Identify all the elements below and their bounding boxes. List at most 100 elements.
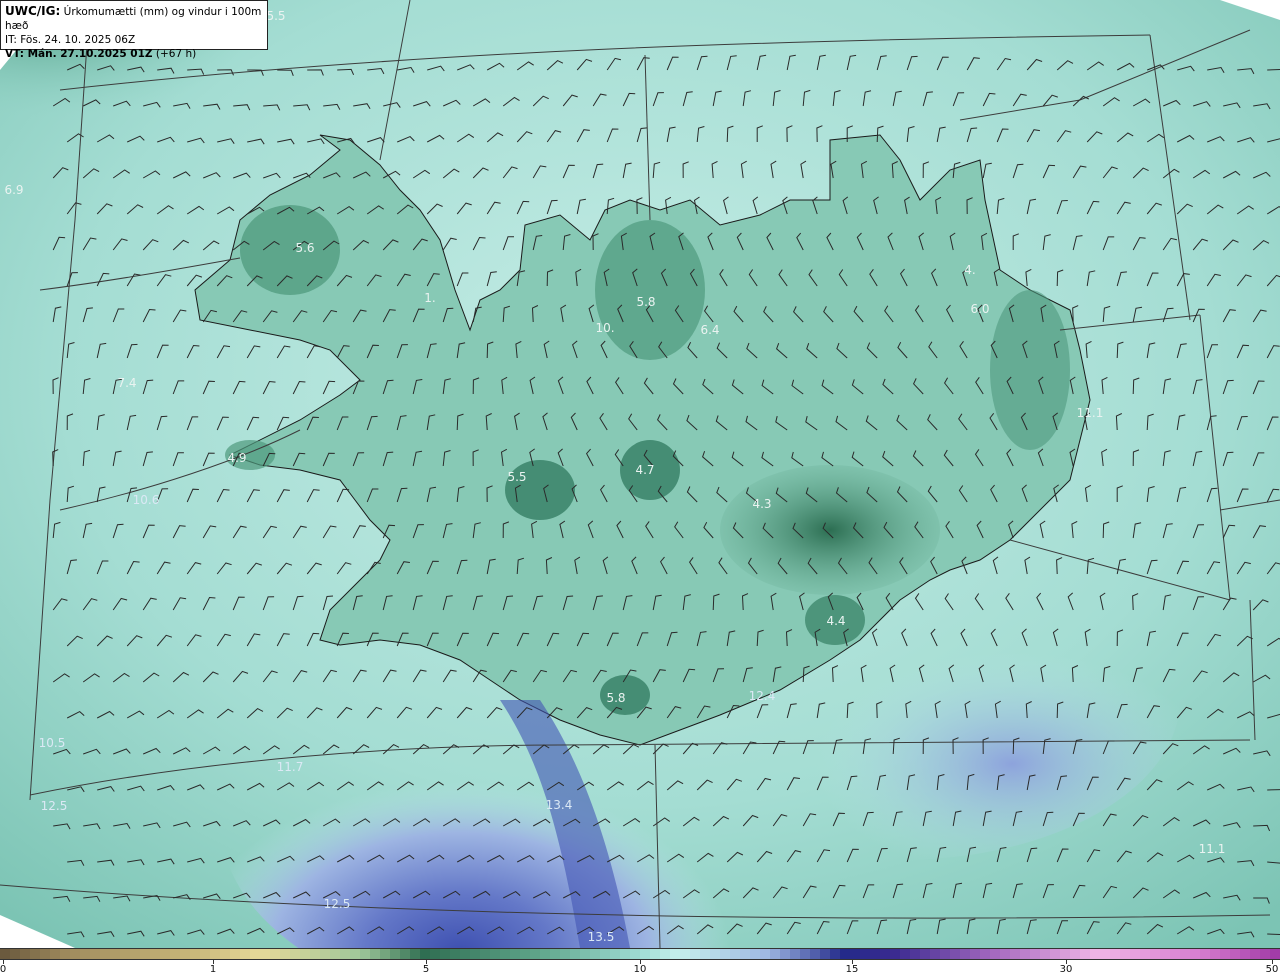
- value-label: 11.1: [1198, 842, 1226, 856]
- westfjords-highland: [240, 205, 340, 295]
- colorbar-segment: [490, 949, 500, 959]
- colorbar-segment: [860, 949, 870, 959]
- colorbar-segment: [180, 949, 190, 959]
- colorbar-segment: [500, 949, 510, 959]
- colorbar-segment: [1050, 949, 1060, 959]
- colorbar-segment: [20, 949, 30, 959]
- colorbar-segment: [1190, 949, 1200, 959]
- colorbar-segment: [1020, 949, 1030, 959]
- value-label: 11.1: [1076, 406, 1104, 420]
- colorbar-segment: [760, 949, 770, 959]
- precip-colorbar: 0 1 5 10 15 30 50: [0, 948, 1280, 978]
- value-label: 4.3: [752, 497, 772, 511]
- colorbar-segment: [820, 949, 830, 959]
- forecast-info-box: UWC/IG: Úrkomumætti (mm) og vindur i 100…: [0, 0, 268, 60]
- colorbar-segment: [470, 949, 480, 959]
- colorbar-segment: [770, 949, 780, 959]
- colorbar-segment: [960, 949, 970, 959]
- colorbar-tick-label: 30: [1059, 964, 1073, 975]
- colorbar-segment: [780, 949, 790, 959]
- valid-time-line: VT: Mán. 27.10.2025 01Z (+67 h): [5, 47, 263, 61]
- colorbar-segment: [890, 949, 900, 959]
- value-label: 4.: [964, 263, 976, 277]
- colorbar-segment: [340, 949, 350, 959]
- value-label: 10.5: [38, 736, 66, 750]
- colorbar-segment: [210, 949, 220, 959]
- colorbar-segment: [1080, 949, 1090, 959]
- colorbar-segment: [1180, 949, 1190, 959]
- model-name: UWC/IG:: [5, 4, 61, 18]
- colorbar-segment: [540, 949, 550, 959]
- colorbar-segment: [60, 949, 70, 959]
- colorbar-segment: [1270, 949, 1280, 959]
- colorbar-tick-label: 10: [633, 964, 647, 975]
- colorbar-segment: [280, 949, 290, 959]
- colorbar-segment: [730, 949, 740, 959]
- colorbar-segment: [120, 949, 130, 959]
- colorbar-segment: [460, 949, 470, 959]
- colorbar-tick-label: 0: [0, 964, 7, 975]
- colorbar-segment: [1130, 949, 1140, 959]
- colorbar-segment: [1070, 949, 1080, 959]
- colorbar-segment: [800, 949, 810, 959]
- colorbar-segment: [1110, 949, 1120, 959]
- colorbar-segment: [1030, 949, 1040, 959]
- colorbar-segment: [600, 949, 610, 959]
- colorbar-segment: [370, 949, 380, 959]
- colorbar-segment: [1230, 949, 1240, 959]
- colorbar-segment: [30, 949, 40, 959]
- colorbar-segment: [200, 949, 210, 959]
- colorbar-segment: [880, 949, 890, 959]
- colorbar-segment: [690, 949, 700, 959]
- colorbar-segment: [1120, 949, 1130, 959]
- colorbar-segment: [250, 949, 260, 959]
- value-label: 5.5: [266, 9, 286, 23]
- value-label: 5.8: [606, 691, 626, 705]
- colorbar-segment: [720, 949, 730, 959]
- colorbar-segment: [390, 949, 400, 959]
- colorbar-segment: [850, 949, 860, 959]
- value-label: 12.5: [323, 897, 351, 911]
- value-label: 12.5: [40, 799, 68, 813]
- colorbar-segment: [750, 949, 760, 959]
- colorbar-segment: [170, 949, 180, 959]
- colorbar-segment: [1140, 949, 1150, 959]
- colorbar-segment: [190, 949, 200, 959]
- colorbar-segment: [480, 949, 490, 959]
- colorbar-segment: [830, 949, 840, 959]
- colorbar-segment: [450, 949, 460, 959]
- colorbar-segment: [680, 949, 690, 959]
- value-label: 5.6: [295, 241, 315, 255]
- colorbar-segment: [90, 949, 100, 959]
- colorbar-segment: [40, 949, 50, 959]
- colorbar-segment: [640, 949, 650, 959]
- value-label: 1.: [424, 291, 436, 305]
- colorbar-segment: [710, 949, 720, 959]
- value-label: 6.4: [700, 323, 720, 337]
- colorbar-segment: [930, 949, 940, 959]
- colorbar-segment: [400, 949, 410, 959]
- colorbar-segment: [360, 949, 370, 959]
- colorbar-segment: [950, 949, 960, 959]
- title-line: UWC/IG: Úrkomumætti (mm) og vindur i 100…: [5, 4, 263, 33]
- colorbar-segment: [510, 949, 520, 959]
- colorbar-segment: [910, 949, 920, 959]
- colorbar-tick-label: 5: [422, 964, 430, 975]
- colorbar-segment: [1170, 949, 1180, 959]
- value-label: 13.5: [587, 930, 615, 944]
- colorbar-segment: [810, 949, 820, 959]
- colorbar-segment: [790, 949, 800, 959]
- value-label: 4.4: [826, 614, 846, 628]
- colorbar-tick-label: 15: [845, 964, 859, 975]
- colorbar-segment: [1060, 949, 1070, 959]
- colorbar-segment: [630, 949, 640, 959]
- forecast-map-viewer: 5.5 6.9 5.6 5.8 10. 6.4 6.0 7.4 4.9 5.5 …: [0, 0, 1280, 978]
- colorbar-segment: [1100, 949, 1110, 959]
- colorbar-segment: [350, 949, 360, 959]
- colorbar-segment: [1260, 949, 1270, 959]
- colorbar-segment: [260, 949, 270, 959]
- colorbar-segment: [580, 949, 590, 959]
- colorbar-segment: [700, 949, 710, 959]
- value-label: 4.7: [635, 463, 655, 477]
- colorbar-segment: [150, 949, 160, 959]
